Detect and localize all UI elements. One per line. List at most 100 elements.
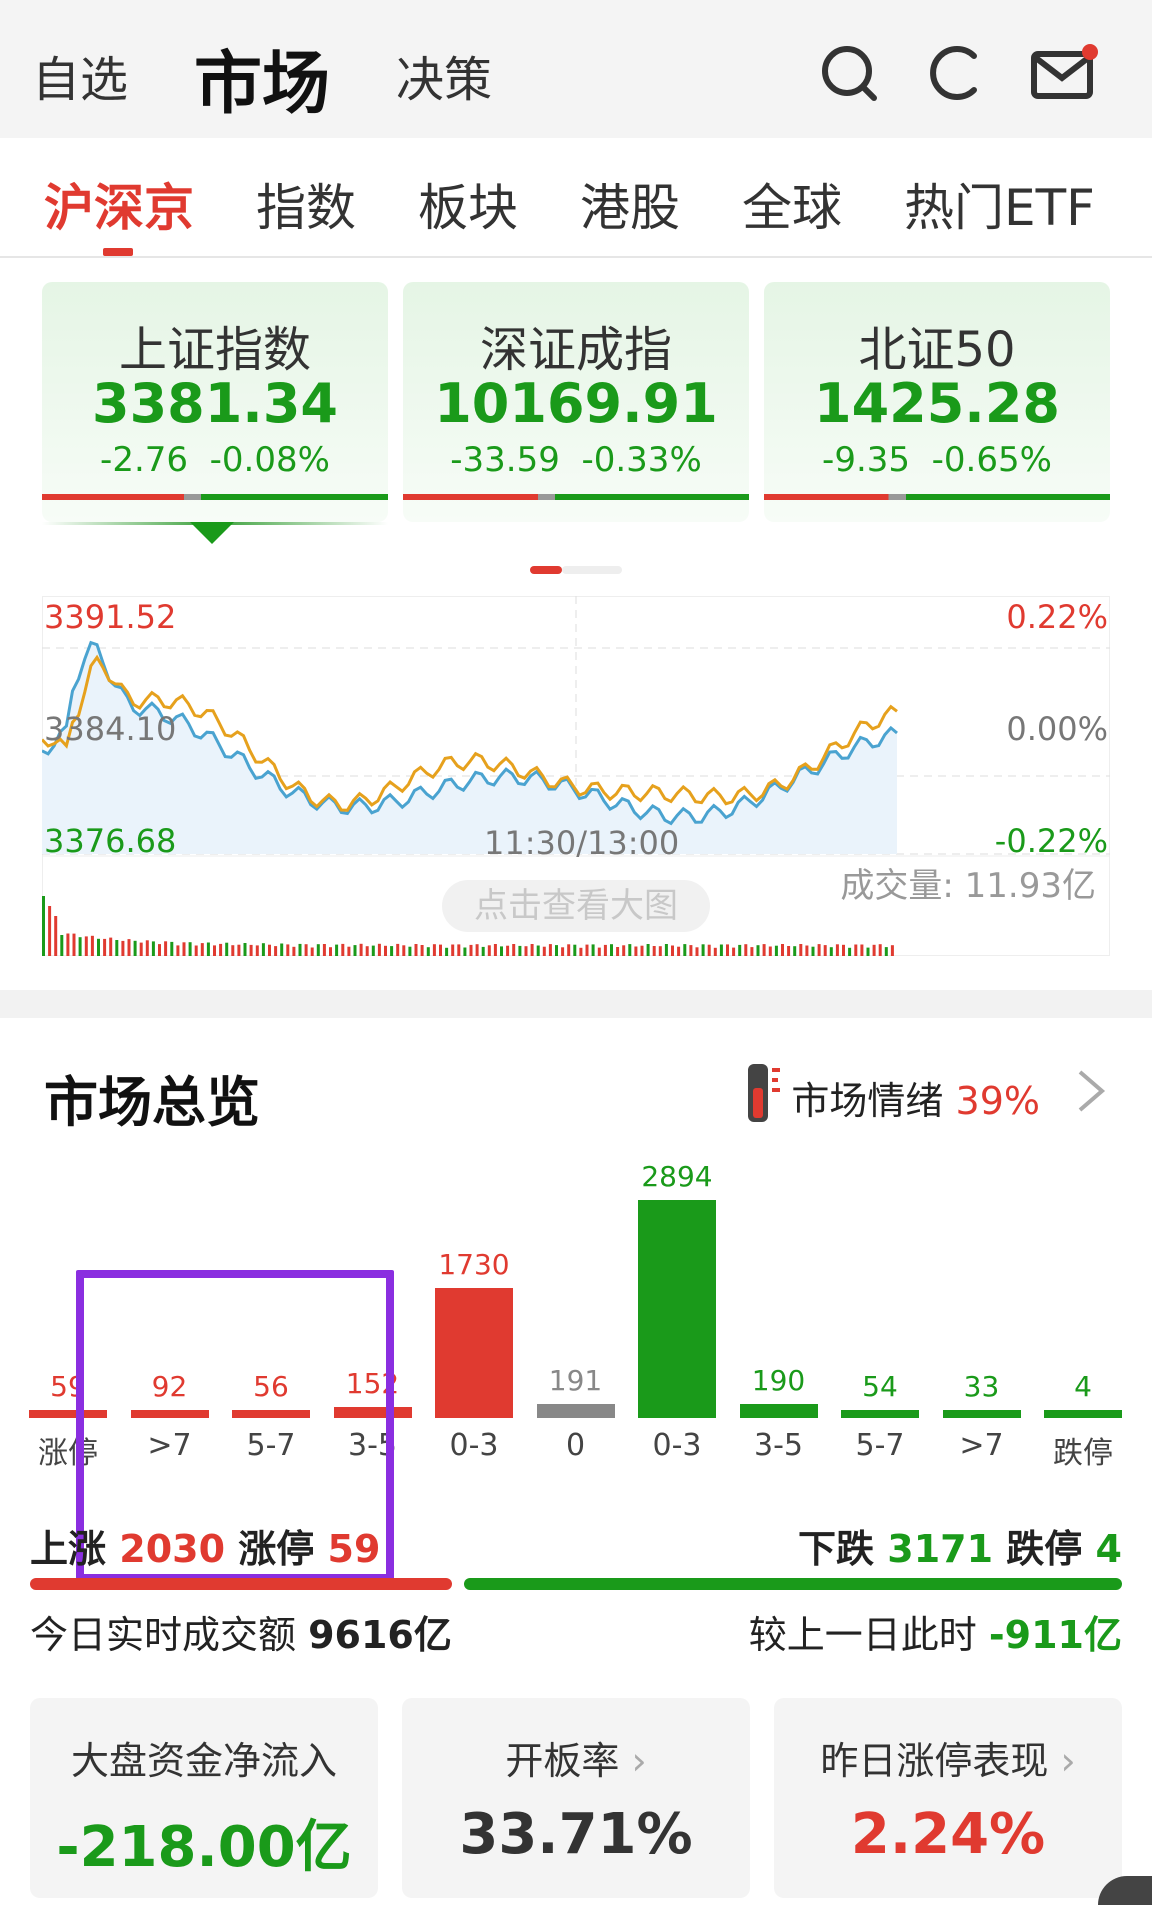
- subtab-index[interactable]: 指数: [256, 168, 356, 240]
- volume-bar: [231, 945, 235, 956]
- index-value: 10169.91: [434, 372, 718, 435]
- volume-bar: [396, 943, 400, 956]
- volume-bar: [781, 944, 784, 956]
- volume-bar: [524, 946, 528, 956]
- down-summary: 下跌 3171 跌停 4: [798, 1527, 1122, 1571]
- volume-bar: [787, 946, 791, 956]
- volume-bar: [817, 944, 821, 956]
- subtab-hot-etf[interactable]: 热门ETF: [904, 168, 1095, 240]
- volume-bar: [353, 945, 357, 956]
- volume-bar: [567, 944, 571, 956]
- distribution-count: 190: [751, 1363, 806, 1397]
- refresh-icon[interactable]: [924, 42, 986, 104]
- volume-bar: [145, 940, 149, 956]
- up-ratio-bar: [30, 1578, 452, 1590]
- volume-bar: [597, 947, 601, 956]
- volume-bar: [377, 943, 381, 956]
- subtab-global[interactable]: 全球: [742, 168, 842, 240]
- volume-bar: [97, 938, 100, 956]
- market-overview-title: 市场总览: [44, 1071, 260, 1134]
- tab-decision[interactable]: 决策: [396, 40, 492, 110]
- distribution-count: 54: [862, 1370, 898, 1403]
- index-name: 深证成指: [479, 322, 672, 378]
- volume-bar: [774, 945, 778, 956]
- volume-bar: [304, 944, 308, 956]
- volume-bar: [805, 945, 809, 956]
- volume-bar: [463, 947, 467, 956]
- volume-bar: [842, 944, 845, 956]
- volume-bar: [884, 947, 888, 956]
- volume-bar: [573, 944, 577, 956]
- volume-bar: [200, 943, 204, 956]
- index-card-sz[interactable]: 深证成指 10169.91 -33.59 -0.33%: [403, 282, 749, 522]
- volume-bar: [72, 933, 76, 956]
- volume-bar: [493, 944, 497, 956]
- volume-label: 成交量: 11.93亿: [840, 866, 1096, 906]
- volume-bar: [768, 946, 772, 956]
- volume-bar: [640, 945, 644, 956]
- volume-bar: [677, 946, 681, 956]
- volume-bar: [359, 943, 363, 956]
- index-name: 上证指数: [118, 322, 311, 378]
- volume-bar: [561, 947, 565, 956]
- subtab-hushenjing[interactable]: 沪深京: [44, 168, 194, 240]
- volume-bar: [292, 946, 296, 956]
- price-mid-label: 3384.10: [44, 710, 177, 748]
- volume-bar: [738, 944, 742, 956]
- volume-bar: [188, 942, 192, 956]
- volume-bar: [170, 941, 174, 956]
- subtab-hk[interactable]: 港股: [580, 168, 680, 240]
- volume-bar: [322, 944, 326, 956]
- volume-bar: [518, 945, 522, 956]
- volume-bar: [652, 946, 656, 956]
- card-label: 昨日涨停表现 ›: [820, 1739, 1076, 1783]
- volume-bar: [213, 945, 216, 956]
- volume-bar: [316, 944, 320, 956]
- volume-bar: [616, 947, 620, 956]
- volume-bar: [823, 945, 827, 956]
- card-open-rate[interactable]: 开板率 › 33.71%: [402, 1698, 750, 1898]
- volume-bar: [420, 945, 424, 956]
- tab-watchlist[interactable]: 自选: [32, 40, 128, 110]
- chevron-right-icon[interactable]: [1074, 1068, 1108, 1114]
- volume-bar: [42, 896, 45, 956]
- volume-bar: [298, 943, 302, 956]
- tab-market[interactable]: 市场: [194, 28, 330, 127]
- volume-bar: [762, 944, 766, 956]
- price-low-label: 3376.68: [44, 822, 177, 860]
- search-icon[interactable]: [818, 42, 880, 104]
- volume-bar: [194, 945, 198, 956]
- market-subtabs: 沪深京 指数 板块 港股 全球 热门ETF: [0, 138, 1152, 258]
- volume-bar: [109, 937, 113, 956]
- volume-bar: [536, 945, 540, 956]
- subtab-sector[interactable]: 板块: [418, 168, 518, 240]
- volume-bar: [341, 943, 345, 956]
- volume-bar: [261, 943, 265, 956]
- index-card-sh[interactable]: 上证指数 3381.34 -2.76 -0.08%: [42, 282, 388, 522]
- volume-bar: [151, 941, 155, 956]
- market-mood[interactable]: 市场情绪 39%: [791, 1070, 1040, 1125]
- mail-icon[interactable]: [1030, 42, 1100, 104]
- distribution-bar: [942, 1410, 1021, 1418]
- volume-bar: [48, 906, 52, 956]
- volume-bar: [890, 945, 894, 956]
- view-large-chart-button[interactable]: 点击查看大图: [442, 880, 710, 932]
- volume-bar: [726, 944, 729, 956]
- card-yesterday-limit-up[interactable]: 昨日涨停表现 › 2.24%: [774, 1698, 1122, 1898]
- index-card-bz[interactable]: 北证50 1425.28 -9.35 -0.65%: [764, 282, 1110, 522]
- distribution-bar: [841, 1410, 919, 1418]
- card-net-inflow[interactable]: 大盘资金净流入 -218.00亿: [30, 1698, 378, 1898]
- volume-bar: [457, 944, 461, 956]
- volume-bar: [634, 946, 638, 956]
- volume-bar: [255, 945, 259, 956]
- pct-high-label: 0.22%: [1006, 598, 1108, 636]
- active-tab-indicator: [103, 248, 133, 256]
- index-name: 北证50: [858, 322, 1016, 378]
- volume-bar: [500, 946, 503, 956]
- volume-bar: [335, 944, 339, 956]
- volume-bar: [695, 947, 699, 956]
- index-value: 1425.28: [814, 372, 1060, 435]
- volume-bar: [371, 945, 375, 956]
- volume-bar: [878, 944, 882, 956]
- volume-bar: [225, 942, 229, 956]
